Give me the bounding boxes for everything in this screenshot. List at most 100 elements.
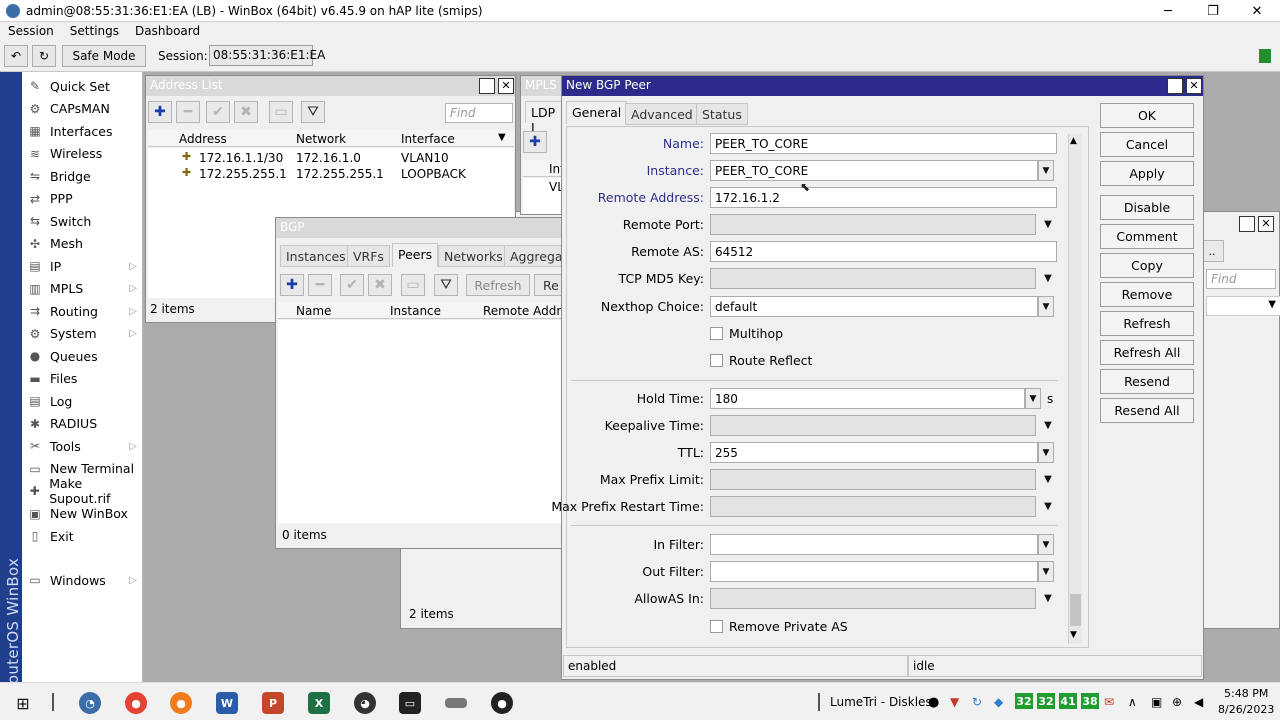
sidebar-item-ppp[interactable]: ⇄ PPP	[22, 188, 143, 210]
address-list-close-icon[interactable]: ✕	[498, 78, 514, 94]
tray-chevron-icon[interactable]: ∧	[1128, 695, 1137, 709]
tray-sync-icon[interactable]: ↻	[972, 695, 982, 709]
sidebar-item-make-supout-rif[interactable]: ✚ Make Supout.rif	[22, 476, 143, 506]
sidebar-item-mesh[interactable]: ✣ Mesh	[22, 233, 143, 255]
bgp-disable-icon[interactable]: ✖	[368, 274, 392, 296]
bgp-enable-icon[interactable]: ✔	[340, 274, 364, 296]
menu-session[interactable]: Session	[8, 24, 54, 38]
bgp-filter-icon[interactable]: ⛛	[434, 274, 458, 296]
route-reflect-checkbox[interactable]	[710, 354, 723, 367]
menu-settings[interactable]: Settings	[70, 24, 119, 38]
table-row[interactable]: ✚ 172.16.1.1/30 172.16.1.0 VLAN10	[148, 150, 514, 166]
instance-select[interactable]: PEER_TO_CORE	[710, 160, 1038, 181]
max-prefix-limit-dropdown-icon[interactable]: ▼	[1040, 469, 1056, 490]
in-filter-dropdown-icon[interactable]: ▼	[1038, 534, 1054, 555]
clock-date[interactable]: 8/26/2023	[1218, 703, 1274, 716]
sidebar-item-system[interactable]: ⚙ System ▷	[22, 323, 143, 345]
out-filter-select[interactable]	[710, 561, 1038, 582]
sidebar-item-log[interactable]: ▤ Log	[22, 390, 143, 412]
sidebar-item-routing[interactable]: ⇉ Routing ▷	[22, 300, 143, 322]
resend-button[interactable]: Resend	[1100, 369, 1194, 394]
sidebar-item-files[interactable]: ▬ Files	[22, 368, 143, 390]
clock-time[interactable]: 5:48 PM	[1224, 687, 1268, 700]
hold-time-input[interactable]: 180	[710, 388, 1025, 409]
tab-networks[interactable]: Networks	[438, 245, 509, 267]
ttl-dropdown-icon[interactable]: ▼	[1038, 442, 1054, 463]
address-filter-icon[interactable]: ⛛	[301, 101, 325, 123]
chrome-icon[interactable]: ●	[125, 692, 147, 714]
max-prefix-restart-dropdown-icon[interactable]: ▼	[1040, 496, 1056, 517]
bgp-col-instance[interactable]: Instance	[390, 304, 441, 318]
allowas-in-input[interactable]	[710, 588, 1036, 609]
nexthop-choice-select[interactable]: default	[710, 296, 1038, 317]
excel-icon[interactable]: X	[308, 692, 330, 714]
sidebar-item-bridge[interactable]: ⇋ Bridge	[22, 165, 143, 187]
tray-cloud-icon[interactable]: ◆	[994, 695, 1003, 709]
speedometer-icon[interactable]: ◕	[354, 692, 376, 714]
address-find-input[interactable]: Find	[445, 103, 513, 123]
start-button-icon[interactable]: ⊞	[12, 692, 34, 714]
tcp-md5-key-input[interactable]	[710, 268, 1036, 289]
tray-counter-3[interactable]: 41	[1059, 693, 1077, 709]
peer-tab-advanced[interactable]: Advanced	[625, 103, 699, 125]
instance-dropdown-icon[interactable]: ▼	[1038, 160, 1054, 181]
allowas-in-dropdown-icon[interactable]: ▼	[1040, 588, 1056, 609]
peer-maximize-icon[interactable]	[1167, 78, 1183, 94]
cancel-button[interactable]: Cancel	[1100, 132, 1194, 157]
col-network[interactable]: Network	[296, 132, 346, 146]
sidebar-item-ip[interactable]: ▤ IP ▷	[22, 255, 143, 277]
safe-mode-button[interactable]: Safe Mode	[62, 45, 146, 67]
ttl-input[interactable]: 255	[710, 442, 1038, 463]
tab-instances[interactable]: Instances	[280, 245, 352, 267]
sidebar-item-interfaces[interactable]: ▦ Interfaces	[22, 120, 143, 142]
close-window-button[interactable]: ✕	[1234, 0, 1280, 22]
multihop-checkbox[interactable]	[710, 327, 723, 340]
terminal-app-icon[interactable]: ▭	[399, 692, 421, 714]
peer-tab-general[interactable]: General	[566, 101, 628, 125]
comment-button[interactable]: Comment	[1100, 224, 1194, 249]
refresh-button[interactable]: Refresh	[1100, 311, 1194, 336]
sidebar-item-mpls[interactable]: ▥ MPLS ▷	[22, 278, 143, 300]
peer-close-icon[interactable]: ✕	[1186, 78, 1202, 94]
bgp-col-remote-address[interactable]: Remote Addr	[483, 304, 561, 318]
restore-button[interactable]: ❐	[1190, 0, 1236, 22]
peer-form-scrollbar[interactable]: ▲ ▼	[1068, 134, 1082, 644]
peer-tab-status[interactable]: Status	[696, 103, 748, 125]
bgp-refresh-button[interactable]: Refresh	[466, 274, 530, 296]
mpls-add-icon[interactable]: ✚	[523, 131, 547, 153]
bg-window-maximize-icon[interactable]	[1239, 216, 1255, 232]
menu-dashboard[interactable]: Dashboard	[135, 24, 200, 38]
tray-counter-4[interactable]: 38	[1081, 693, 1099, 709]
table-row[interactable]: ✚ 172.255.255.1 172.255.255.1 LOOPBACK	[148, 166, 514, 182]
scroll-up-icon[interactable]: ▲	[1070, 136, 1077, 146]
remove-private-as-checkbox[interactable]	[710, 620, 723, 633]
word-icon[interactable]: W	[216, 692, 238, 714]
recording-app-icon[interactable]: ●	[491, 692, 513, 714]
sidebar-item-wireless[interactable]: ≋ Wireless	[22, 143, 143, 165]
apply-button[interactable]: Apply	[1100, 161, 1194, 186]
sidebar-item-quick-set[interactable]: ✎ Quick Set	[22, 75, 143, 97]
max-prefix-restart-input[interactable]	[710, 496, 1036, 517]
sidebar-item-radius[interactable]: ✱ RADIUS	[22, 413, 143, 435]
tray-counter-1[interactable]: 32	[1015, 693, 1033, 709]
network-tool-icon[interactable]	[445, 698, 467, 708]
remote-as-input[interactable]: 64512	[710, 241, 1057, 262]
address-disable-icon[interactable]: ✖	[234, 101, 258, 123]
bg-window-column-dropdown-icon[interactable]: ▼	[1268, 299, 1276, 310]
tray-network-icon[interactable]: ▣	[1151, 695, 1162, 709]
ok-button[interactable]: OK	[1100, 103, 1194, 128]
mpls-tab-ldp[interactable]: LDP I	[525, 101, 564, 135]
out-filter-dropdown-icon[interactable]: ▼	[1038, 561, 1054, 582]
minimize-button[interactable]: ─	[1145, 0, 1191, 22]
tray-alert-icon[interactable]: ✉	[1104, 695, 1114, 709]
task-view-icon[interactable]	[52, 693, 54, 711]
remote-address-input[interactable]: 172.16.1.2	[710, 187, 1057, 208]
sidebar-item-new-winbox[interactable]: ▣ New WinBox	[22, 503, 143, 525]
col-interface[interactable]: Interface	[401, 132, 455, 146]
keepalive-time-input[interactable]	[710, 415, 1036, 436]
hold-time-dropdown-icon[interactable]: ▼	[1025, 388, 1041, 409]
max-prefix-limit-input[interactable]	[710, 469, 1036, 490]
tray-label[interactable]: LumeTri - Diskless	[830, 695, 938, 709]
sidebar-item-capsman[interactable]: ⚙ CAPsMAN	[22, 98, 143, 120]
redo-button[interactable]: ↻	[32, 45, 56, 67]
